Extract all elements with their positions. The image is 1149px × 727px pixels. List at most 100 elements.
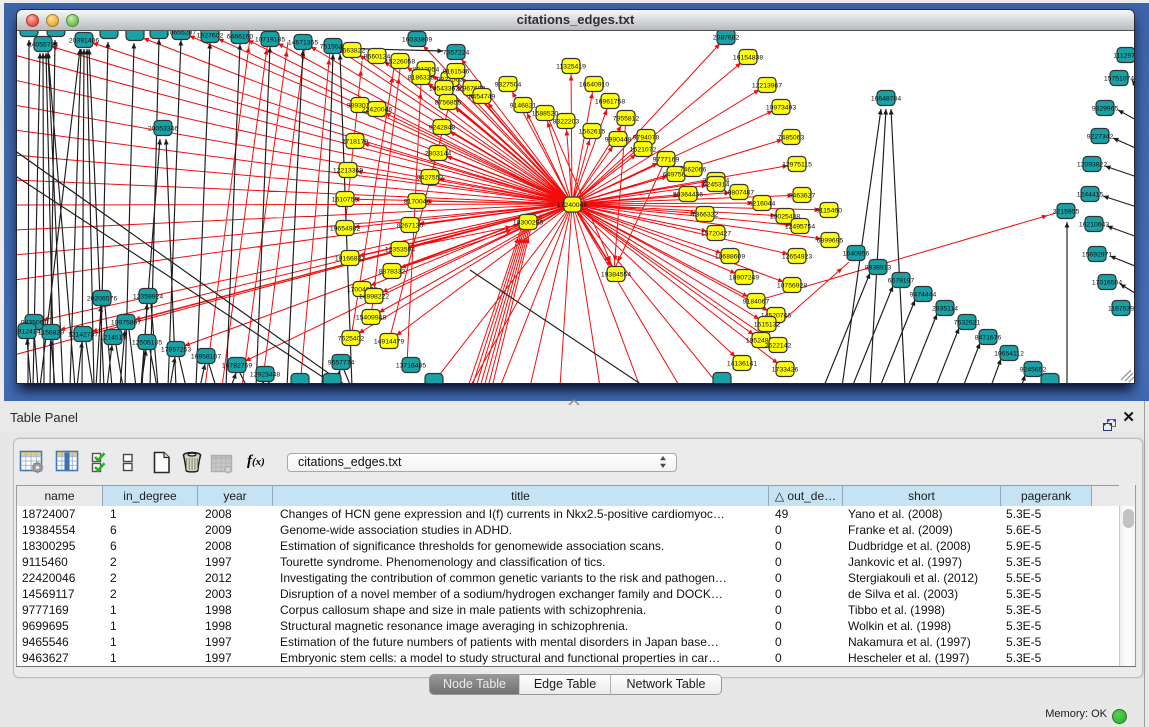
svg-text:12505135: 12505135: [132, 340, 162, 347]
svg-text:12353594: 12353594: [385, 247, 415, 254]
svg-text:12093822: 12093822: [1077, 162, 1107, 169]
svg-text:1562615: 1562615: [579, 129, 606, 136]
svg-text:7485063: 7485063: [778, 135, 805, 142]
svg-text:6899695: 6899695: [817, 238, 844, 245]
svg-text:2803144: 2803144: [425, 151, 452, 158]
svg-text:11325419: 11325419: [556, 64, 586, 71]
svg-text:17016504: 17016504: [1092, 280, 1122, 287]
svg-text:9657774: 9657774: [328, 360, 355, 367]
svg-text:16640910: 16640910: [579, 82, 609, 89]
svg-text:8471676: 8471676: [975, 335, 1002, 342]
svg-text:2935114: 2935114: [932, 306, 958, 313]
svg-text:8454749: 8454749: [469, 94, 496, 101]
svg-text:10975867: 10975867: [111, 320, 141, 327]
svg-text:9990448: 9990448: [605, 137, 632, 144]
svg-text:8878332: 8878332: [379, 269, 406, 276]
svg-text:10543362: 10543362: [429, 86, 459, 93]
svg-text:9227342: 9227342: [1087, 134, 1114, 141]
svg-text:17957253: 17957253: [161, 347, 191, 354]
svg-text:16782759: 16782759: [222, 363, 252, 370]
svg-text:7366322: 7366322: [692, 212, 719, 219]
svg-text:9794078: 9794078: [633, 135, 660, 142]
svg-text:12142737: 12142737: [68, 332, 98, 339]
svg-text:1244415: 1244415: [1077, 192, 1104, 199]
svg-text:2718170: 2718170: [342, 139, 369, 146]
svg-text:12359924: 12359924: [133, 294, 163, 301]
svg-text:8322203: 8322203: [553, 119, 580, 126]
svg-text:9184067: 9184067: [743, 299, 770, 306]
svg-text:3215955: 3215955: [1053, 209, 1080, 216]
svg-text:2522142: 2522142: [765, 343, 792, 350]
svg-text:9146821: 9146821: [510, 103, 537, 110]
svg-text:19654982: 19654982: [330, 226, 360, 233]
svg-text:1610755: 1610755: [332, 197, 359, 204]
svg-text:8756855: 8756855: [435, 100, 462, 107]
svg-text:15751074: 15751074: [1104, 76, 1134, 83]
svg-text:1167539: 1167539: [1108, 306, 1134, 313]
svg-text:1527602: 1527602: [197, 33, 224, 40]
svg-text:20206576: 20206576: [87, 296, 117, 303]
svg-text:15409948: 15409948: [356, 315, 386, 322]
svg-text:9777169: 9777169: [653, 157, 680, 164]
svg-text:14671355: 14671355: [288, 40, 318, 47]
svg-text:16033809: 16033809: [402, 37, 432, 44]
svg-text:24055724: 24055724: [28, 42, 58, 49]
svg-text:12213369: 12213369: [333, 168, 363, 175]
svg-text:10756928: 10756928: [777, 283, 807, 290]
svg-text:15692971: 15692971: [1082, 252, 1112, 259]
svg-text:19384554: 19384554: [601, 272, 631, 279]
svg-text:7663822: 7663822: [339, 48, 366, 55]
svg-text:6679197: 6679197: [888, 278, 915, 285]
svg-text:8186328: 8186328: [408, 75, 435, 82]
svg-text:12975115: 12975115: [782, 162, 812, 169]
svg-text:20053346: 20053346: [148, 126, 178, 133]
svg-text:20364436: 20364436: [673, 192, 703, 199]
svg-text:7357224: 7357224: [443, 50, 470, 57]
svg-text:1156829: 1156829: [38, 330, 64, 337]
svg-text:1640956: 1640956: [843, 251, 870, 258]
svg-text:7955812: 7955812: [613, 116, 640, 123]
svg-text:12654923: 12654923: [782, 254, 812, 261]
svg-text:14914479: 14914479: [374, 339, 404, 346]
svg-text:1214519: 1214519: [100, 335, 127, 342]
svg-text:9327504: 9327504: [495, 82, 522, 89]
svg-text:10655287: 10655287: [166, 31, 196, 37]
svg-text:2087682: 2087682: [713, 35, 740, 42]
svg-text:12495754: 12495754: [785, 224, 815, 231]
svg-text:8161546: 8161546: [443, 69, 470, 76]
svg-text:7625402: 7625402: [338, 336, 365, 343]
svg-text:3912414: 3912414: [17, 329, 40, 336]
svg-text:1621072: 1621072: [630, 147, 657, 154]
svg-text:8170046: 8170046: [404, 199, 431, 206]
svg-text:22420046: 22420046: [362, 107, 392, 114]
svg-text:16958107: 16958107: [191, 354, 221, 361]
svg-text:1112974: 1112974: [1113, 53, 1134, 60]
svg-text:19166832: 19166832: [335, 256, 365, 263]
svg-text:1733426: 1733426: [772, 367, 799, 374]
svg-text:16210643: 16210643: [1079, 222, 1109, 229]
svg-text:7462066: 7462066: [680, 167, 707, 174]
svg-text:1588520: 1588520: [532, 111, 559, 118]
svg-text:9329965: 9329965: [1092, 106, 1119, 113]
svg-text:10654112: 10654112: [994, 351, 1024, 358]
svg-text:9245652: 9245652: [1020, 367, 1047, 374]
svg-text:17240046: 17240046: [557, 202, 587, 209]
svg-text:13716485: 13716485: [396, 363, 426, 370]
svg-text:12213967: 12213967: [752, 83, 782, 90]
svg-text:18907249: 18907249: [729, 275, 759, 282]
svg-text:9242848: 9242848: [429, 125, 456, 132]
svg-text:14998222: 14998222: [359, 294, 389, 301]
svg-text:6216044: 6216044: [749, 201, 776, 208]
svg-text:10973493: 10973493: [766, 105, 796, 112]
svg-text:16961758: 16961758: [595, 99, 625, 106]
svg-text:14136141: 14136141: [727, 361, 757, 368]
svg-text:8938913: 8938913: [865, 265, 892, 272]
svg-text:7632621: 7632621: [954, 320, 981, 327]
svg-text:16154838: 16154838: [733, 55, 763, 62]
svg-text:10719185: 10719185: [255, 37, 285, 44]
svg-text:15226058: 15226058: [385, 59, 415, 66]
svg-text:20391406: 20391406: [69, 38, 99, 45]
svg-text:9474444: 9474444: [910, 292, 937, 299]
svg-text:10807487: 10807487: [724, 190, 754, 197]
svg-text:1615132: 1615132: [754, 322, 781, 329]
